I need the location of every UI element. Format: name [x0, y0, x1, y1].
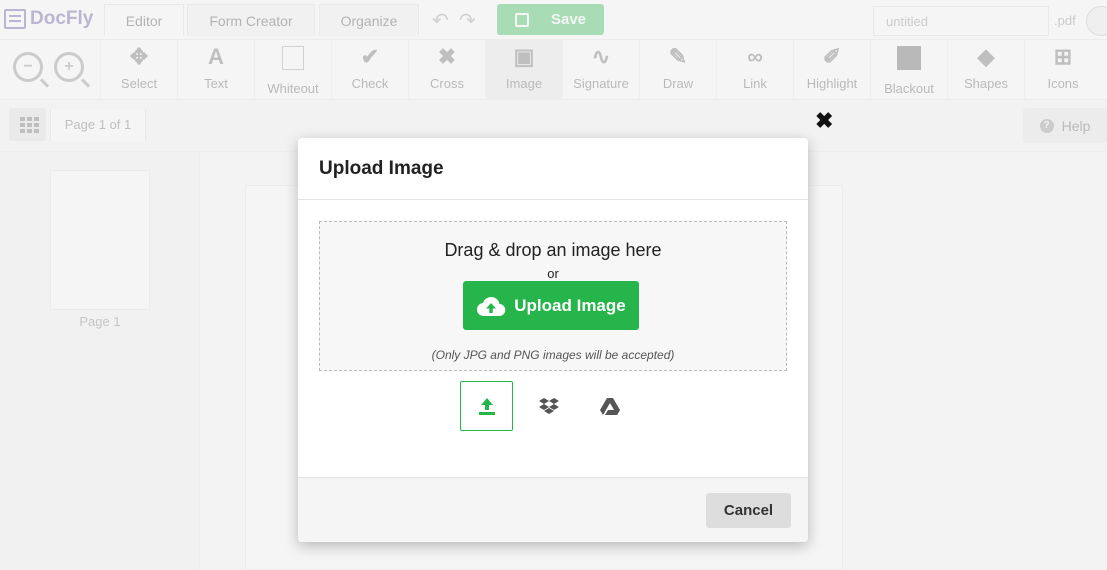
- tool-label: Text: [204, 76, 228, 91]
- help-button[interactable]: ? Help: [1023, 108, 1107, 143]
- filename-input[interactable]: untitled: [873, 6, 1049, 36]
- docfly-logo: DocFly: [4, 8, 93, 30]
- cancel-button[interactable]: Cancel: [706, 493, 791, 528]
- tool-label: Draw: [662, 76, 694, 91]
- thumbnail-panel: Page 1: [0, 152, 200, 570]
- image-icon: ▣: [513, 44, 535, 69]
- blackout-icon: [897, 46, 921, 70]
- image-dropzone[interactable]: Drag & drop an image here or Upload Imag…: [319, 221, 787, 371]
- zoom-in-icon[interactable]: +: [54, 52, 84, 82]
- text-a-icon: A: [208, 44, 224, 69]
- dropzone-text: Drag & drop an image here: [444, 240, 662, 260]
- upload-button-label: Upload Image: [514, 295, 626, 315]
- redo-icon[interactable]: ↷: [459, 8, 476, 33]
- modal-title: Upload Image: [298, 138, 808, 200]
- file-extension: .pdf: [1054, 13, 1076, 28]
- tool-label: Highlight: [806, 76, 858, 91]
- grid-view-icon[interactable]: [9, 108, 46, 141]
- tool-label: Shapes: [963, 76, 1009, 91]
- logo-text: DocFly: [30, 8, 94, 29]
- google-drive-icon: [599, 398, 620, 415]
- tool-label: Whiteout: [267, 81, 319, 96]
- tool-highlight[interactable]: ✐ Highlight: [793, 40, 870, 100]
- move-arrows-icon: ✥: [129, 44, 149, 69]
- top-bar: DocFly Editor Form Creator Organize ↶ ↷ …: [0, 0, 1107, 40]
- tool-blackout[interactable]: Blackout: [870, 40, 947, 100]
- tool-shapes[interactable]: ◆ Shapes: [947, 40, 1024, 100]
- tool-label: Icons: [1047, 76, 1079, 91]
- question-icon: ?: [1039, 118, 1054, 133]
- upload-icon: [478, 398, 495, 415]
- upload-image-modal: Upload Image Drag & drop an image here o…: [298, 138, 808, 542]
- page-thumbnail[interactable]: [50, 170, 150, 310]
- tool-check[interactable]: ✔ Check: [331, 40, 408, 100]
- whiteout-icon: [282, 46, 304, 70]
- dropzone-or: or: [547, 266, 559, 281]
- highlighter-icon: ✐: [822, 44, 842, 69]
- zoom-out-icon[interactable]: −: [13, 52, 43, 82]
- undo-icon[interactable]: ↶: [432, 8, 449, 33]
- plus-square-icon: ⊞: [1053, 44, 1073, 69]
- tool-cross[interactable]: ✖ Cross: [408, 40, 485, 100]
- thumbnail-label: Page 1: [79, 314, 121, 329]
- source-upload-button[interactable]: [460, 381, 513, 431]
- tool-text[interactable]: A Text: [177, 40, 254, 100]
- tool-label: Blackout: [884, 81, 934, 96]
- tool-icons[interactable]: ⊞ Icons: [1024, 40, 1101, 100]
- accepted-formats-note: (Only JPG and PNG images will be accepte…: [431, 348, 675, 362]
- pencil-icon: ✎: [668, 44, 688, 69]
- source-google-drive-button[interactable]: [583, 381, 636, 431]
- cross-icon: ✖: [437, 44, 457, 69]
- checkmark-icon: ✔: [360, 44, 380, 69]
- tool-bar: − + ✥ Select A Text Whiteout ✔ Check ✖ C…: [0, 40, 1107, 100]
- source-dropbox-button[interactable]: [522, 381, 575, 431]
- upload-image-button[interactable]: Upload Image: [463, 281, 639, 330]
- avatar[interactable]: [1086, 6, 1107, 36]
- link-icon: ∞: [747, 44, 763, 69]
- tab-editor[interactable]: Editor: [104, 4, 184, 36]
- tool-link[interactable]: ∞ Link: [716, 40, 793, 100]
- logo-mark-icon: [4, 9, 26, 29]
- cloud-upload-icon: [477, 296, 506, 316]
- tool-label: Image: [505, 76, 543, 91]
- tool-label: Link: [743, 76, 767, 91]
- shapes-icon: ◆: [977, 44, 995, 69]
- tab-form-creator[interactable]: Form Creator: [187, 4, 315, 36]
- tool-select[interactable]: ✥ Select: [100, 40, 177, 100]
- tool-label: Select: [120, 76, 158, 91]
- tool-draw[interactable]: ✎ Draw: [639, 40, 716, 100]
- close-icon[interactable]: ✖: [815, 110, 833, 132]
- tool-signature[interactable]: ∿ Signature: [562, 40, 639, 100]
- modal-footer: Cancel: [298, 477, 808, 542]
- save-button[interactable]: Save: [497, 4, 604, 35]
- save-label: Save: [550, 11, 587, 28]
- tool-whiteout[interactable]: Whiteout: [254, 40, 331, 100]
- dropbox-icon: [538, 398, 559, 414]
- tool-label: Check: [351, 76, 389, 91]
- tool-label: Cross: [430, 76, 464, 91]
- page-indicator: Page 1 of 1: [50, 109, 146, 141]
- help-label: Help: [1061, 117, 1091, 134]
- tool-image[interactable]: ▣ Image: [485, 40, 562, 100]
- signature-icon: ∿: [591, 44, 611, 69]
- tool-label: Signature: [573, 76, 629, 91]
- tab-organize[interactable]: Organize: [319, 4, 419, 36]
- save-icon: [514, 12, 529, 27]
